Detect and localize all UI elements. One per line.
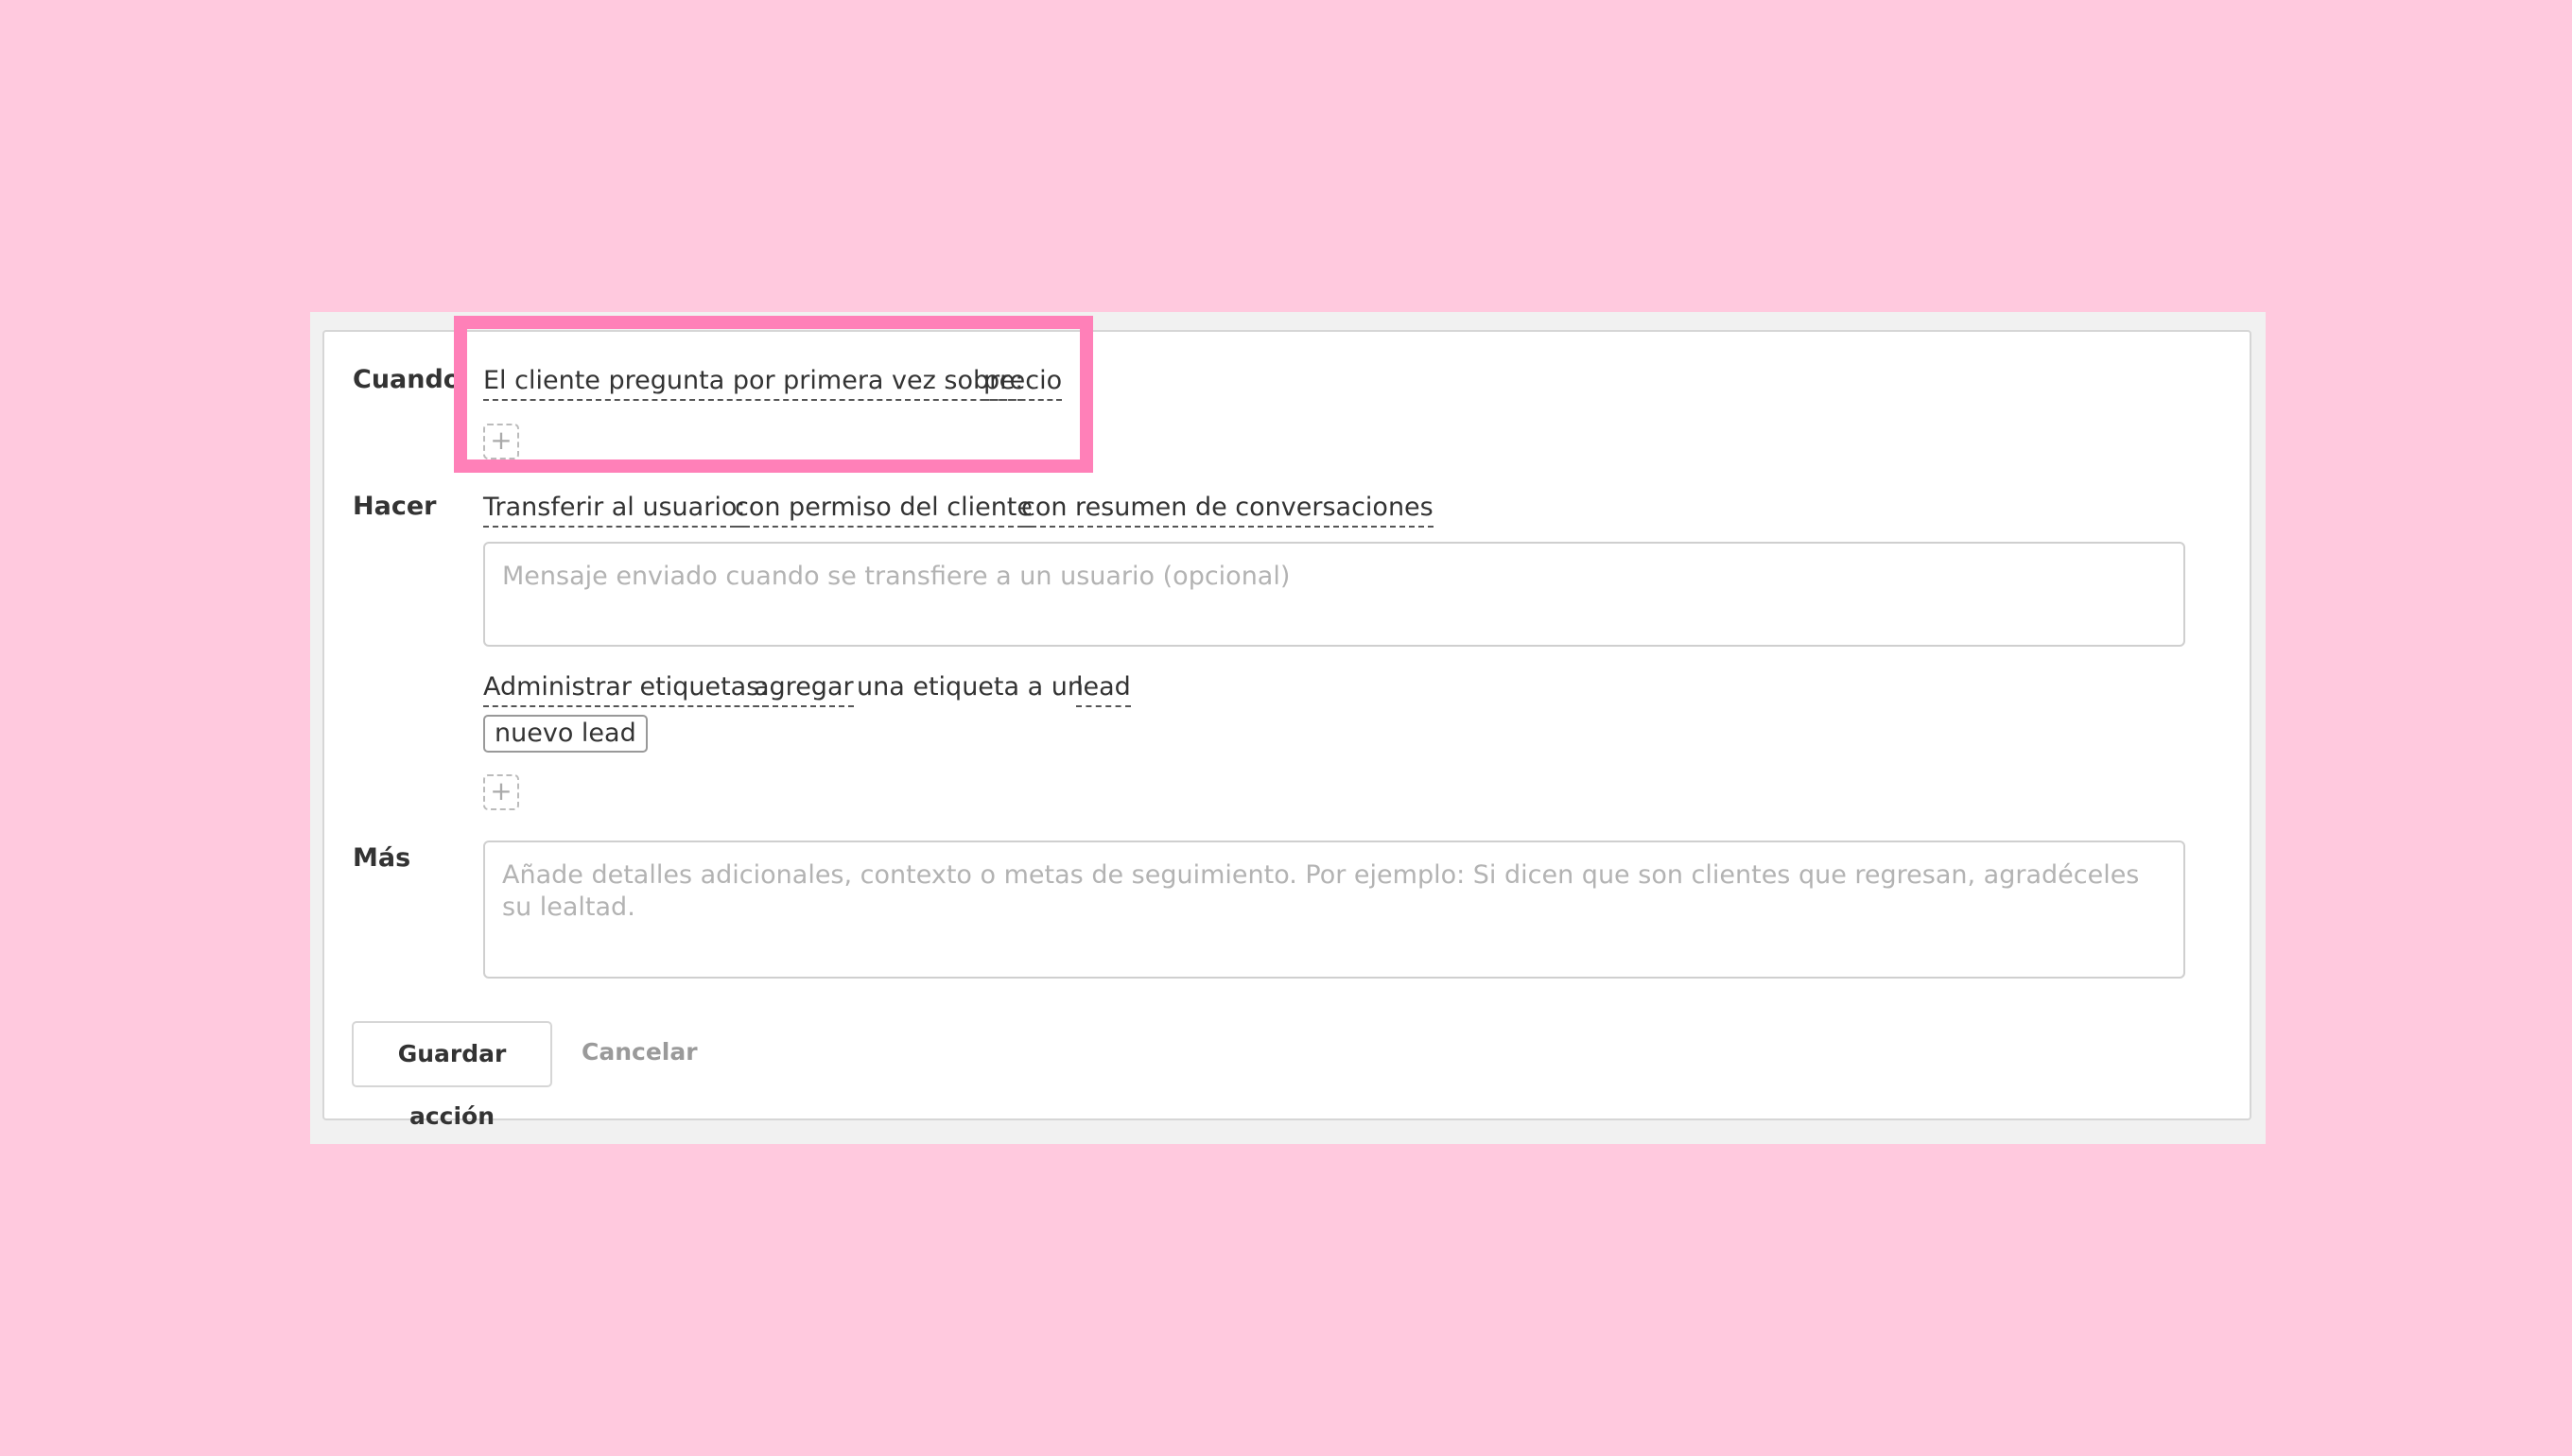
more-details-placeholder: Añade detalles adicionales, contexto o m… (502, 860, 2140, 922)
tag-action-selector[interactable]: agregar (754, 671, 854, 707)
transfer-summary-option[interactable]: con resumen de conversaciones (1021, 492, 1434, 528)
tag-connector-text: una etiqueta a un (857, 672, 1084, 702)
highlight-box (454, 316, 1093, 473)
save-action-button[interactable]: Guardar acción (352, 1021, 552, 1130)
cancel-button[interactable]: Cancelar (582, 1038, 698, 1066)
tag-chip[interactable]: nuevo lead (483, 715, 648, 753)
manage-tags-selector[interactable]: Administrar etiquetas: (483, 671, 769, 707)
transfer-message-input[interactable]: Mensaje enviado cuando se transfiere a u… (483, 542, 2185, 647)
when-label: Cuando (353, 365, 461, 394)
do-label: Hacer (353, 492, 437, 521)
transfer-action-selector[interactable]: Transferir al usuario: (483, 492, 746, 528)
more-details-input[interactable]: Añade detalles adicionales, contexto o m… (483, 841, 2185, 979)
transfer-permission-option[interactable]: con permiso del cliente (735, 492, 1034, 528)
more-label: Más (353, 843, 411, 873)
add-action-button[interactable]: + (483, 774, 519, 810)
transfer-message-placeholder: Mensaje enviado cuando se transfiere a u… (502, 562, 1291, 591)
plus-icon: + (490, 775, 513, 806)
tag-target-selector[interactable]: lead (1076, 671, 1131, 707)
